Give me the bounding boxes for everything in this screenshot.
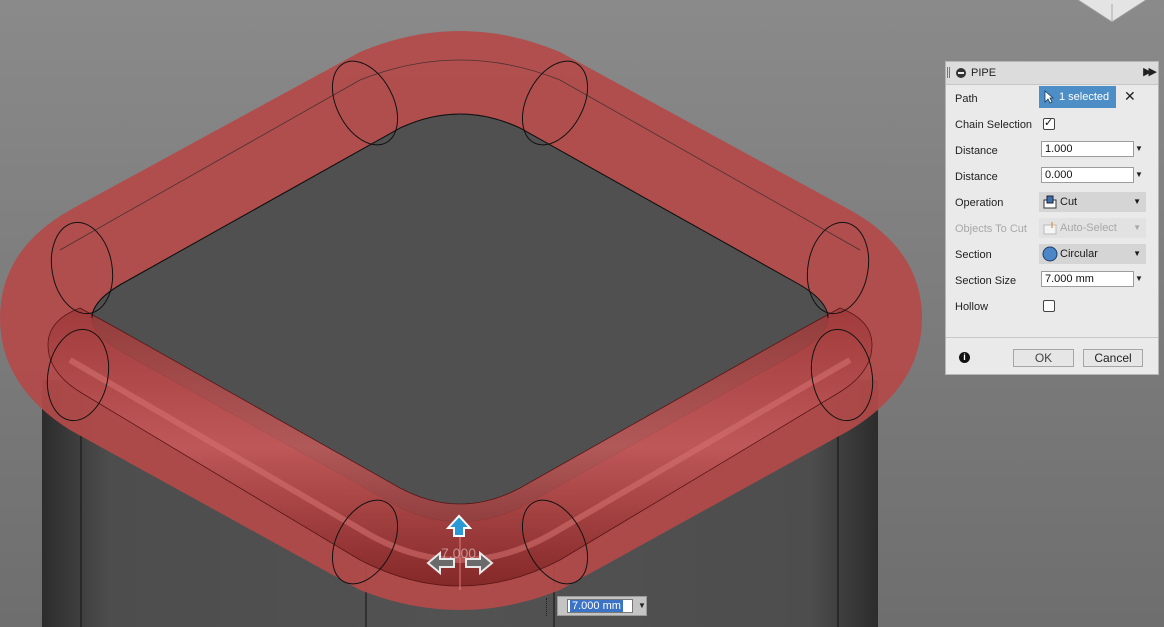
objects-to-cut-dropdown: Auto-Select ▼ <box>1039 218 1146 238</box>
dimension-label: 7.000 <box>441 545 477 561</box>
section-label: Section <box>955 249 992 261</box>
collapse-icon[interactable] <box>956 68 966 78</box>
distance-label-1: Distance <box>955 145 998 157</box>
chevron-down-icon[interactable]: ▼ <box>1135 274 1143 283</box>
section-value: Circular <box>1060 248 1098 260</box>
chevron-down-icon[interactable]: ▼ <box>1135 170 1143 179</box>
distance-input-2[interactable]: 0.000 <box>1041 167 1134 183</box>
hollow-checkbox[interactable] <box>1043 300 1055 312</box>
section-dropdown[interactable]: Circular ▼ <box>1039 244 1146 264</box>
distance-row-1: Distance 1.000 ▼ <box>946 138 1158 164</box>
chain-selection-label: Chain Selection <box>955 119 1033 131</box>
section-size-inline-input[interactable]: 7.000 mm <box>567 599 633 613</box>
path-label: Path <box>955 93 978 105</box>
divider <box>946 337 1158 338</box>
chevron-down-icon: ▼ <box>1133 249 1141 258</box>
section-size-inline-value: 7.000 mm <box>570 600 623 612</box>
path-row: Path 1 selected ✕ <box>946 86 1158 112</box>
distance-row-2: Distance 0.000 ▼ <box>946 164 1158 190</box>
distance-input-1[interactable]: 1.000 <box>1041 141 1134 157</box>
operation-value: Cut <box>1060 196 1078 208</box>
ok-button[interactable]: OK <box>1013 349 1074 367</box>
circle-icon <box>1042 246 1058 262</box>
section-row: Section Circular ▼ <box>946 242 1158 268</box>
section-size-inline-box: 7.000 mm ▼ <box>557 596 647 616</box>
operation-row: Operation Cut ▼ <box>946 190 1158 216</box>
hollow-label: Hollow <box>955 301 989 313</box>
chain-selection-row: Chain Selection <box>946 112 1158 138</box>
section-size-label: Section Size <box>955 275 1017 287</box>
drag-grip-icon[interactable] <box>947 67 950 78</box>
path-selection-button[interactable]: 1 selected <box>1039 86 1116 108</box>
path-selection-text: 1 selected <box>1059 91 1110 103</box>
operation-dropdown[interactable]: Cut ▼ <box>1039 192 1146 212</box>
info-icon[interactable]: i <box>959 352 970 363</box>
view-cube[interactable] <box>1072 0 1152 28</box>
expand-icon[interactable]: ▶▶ <box>1143 65 1157 78</box>
section-size-input[interactable]: 7.000 mm <box>1041 271 1134 287</box>
clear-selection-icon[interactable]: ✕ <box>1124 88 1136 105</box>
cut-operation-icon <box>1043 195 1057 209</box>
chevron-down-icon: ▼ <box>1133 197 1141 206</box>
distance-label-2: Distance <box>955 171 998 183</box>
objects-to-cut-row: Objects To Cut Auto-Select ▼ <box>946 216 1158 242</box>
drag-handle[interactable] <box>546 598 551 616</box>
chevron-down-icon: ▼ <box>1133 223 1141 232</box>
cancel-button[interactable]: Cancel <box>1083 349 1143 367</box>
objects-to-cut-value: Auto-Select <box>1060 222 1117 234</box>
chain-selection-checkbox[interactable] <box>1043 116 1055 130</box>
auto-select-icon <box>1043 222 1057 235</box>
hollow-row: Hollow <box>946 294 1158 320</box>
dialog-title: PIPE <box>971 67 997 79</box>
operation-label: Operation <box>955 197 1004 209</box>
cursor-arrow-icon <box>1044 90 1054 104</box>
chevron-down-icon[interactable]: ▼ <box>1135 144 1143 153</box>
pipe-dialog: PIPE ▶▶ Path 1 selected ✕ Chain Selectio… <box>945 61 1159 375</box>
chevron-down-icon[interactable]: ▼ <box>638 601 646 610</box>
dialog-header[interactable]: PIPE ▶▶ <box>946 62 1158 85</box>
objects-to-cut-label: Objects To Cut <box>955 223 1027 235</box>
section-size-row: Section Size 7.000 mm ▼ <box>946 268 1158 294</box>
